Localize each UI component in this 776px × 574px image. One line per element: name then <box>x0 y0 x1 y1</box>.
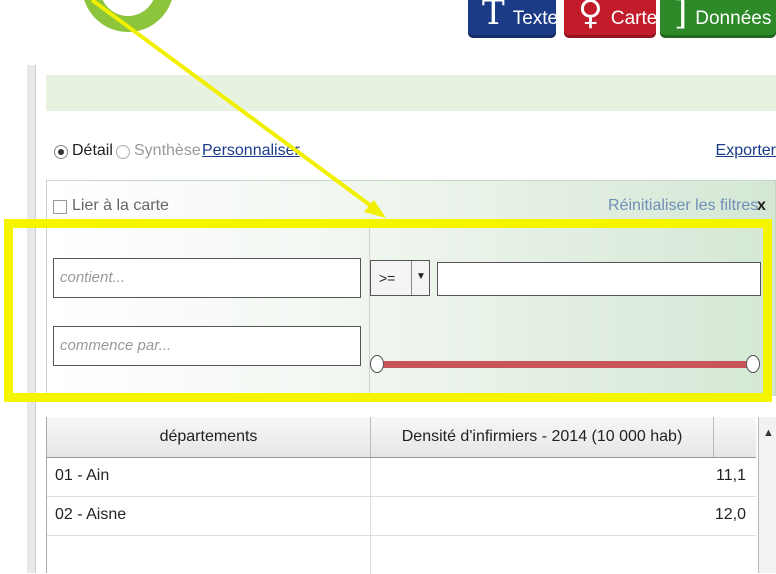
operator-value: >= <box>379 270 396 286</box>
scroll-up-icon[interactable]: ▲ <box>763 427 774 439</box>
range-slider-track[interactable] <box>378 361 754 368</box>
lier-label[interactable]: Lier à la carte <box>72 197 169 215</box>
cartes-label: Cartes <box>610 8 667 29</box>
header-departements[interactable]: départements <box>47 417 370 457</box>
range-slider-min-handle[interactable] <box>370 355 384 373</box>
reset-filters-link[interactable]: Réinitialiser les filtres <box>608 197 758 215</box>
table-scrollbar[interactable]: ▲ <box>758 417 776 573</box>
textes-label: Textes <box>512 8 568 29</box>
chevron-down-icon: ▼ <box>416 271 426 282</box>
value-filter-input[interactable] <box>437 262 761 296</box>
cartes-button[interactable]: ♀ Cartes <box>564 0 667 38</box>
cell-densite: 11,1 <box>716 467 746 484</box>
detail-radio[interactable] <box>54 145 68 159</box>
map-pin-icon: ♀ <box>578 0 603 33</box>
personnaliser-link[interactable]: Personnaliser <box>202 142 300 160</box>
detail-label[interactable]: Détail <box>72 142 113 160</box>
table-header: départements Densité d'infirmiers - 2014… <box>47 417 756 458</box>
text-icon: T <box>482 0 505 33</box>
header-densite[interactable]: Densité d'infirmiers - 2014 (10 000 hab) <box>371 417 713 457</box>
header-separator <box>713 417 714 457</box>
contains-filter-input[interactable]: contient... <box>53 258 361 298</box>
donnees-button[interactable]: [ ] Données <box>660 0 776 38</box>
row-divider <box>370 458 371 496</box>
select-separator <box>411 261 412 295</box>
operator-select[interactable]: >= ▼ <box>370 260 430 296</box>
table-row[interactable] <box>47 536 756 574</box>
textes-button[interactable]: T Textes <box>468 0 568 38</box>
synthese-radio[interactable] <box>116 145 130 159</box>
cell-densite: 12,0 <box>714 506 746 523</box>
view-options: Détail Synthèse Personnaliser Exporter <box>52 141 776 167</box>
row-divider <box>370 497 371 535</box>
starts-with-filter-input[interactable]: commence par... <box>53 326 361 366</box>
exporter-link[interactable]: Exporter <box>716 142 776 160</box>
table-row[interactable]: 01 - Ain 11,1 <box>47 458 756 497</box>
left-scrollbar[interactable] <box>27 65 36 573</box>
table-row[interactable]: 02 - Aisne 12,0 <box>47 497 756 536</box>
row-divider <box>370 536 371 574</box>
close-icon[interactable]: x <box>757 197 766 215</box>
header-band <box>46 75 776 111</box>
filter-column-divider <box>369 222 370 396</box>
donnees-label: Données <box>695 8 772 29</box>
cell-departement: 01 - Ain <box>55 467 110 484</box>
lier-checkbox[interactable] <box>53 200 67 214</box>
range-slider-max-handle[interactable] <box>746 355 760 373</box>
synthese-label[interactable]: Synthèse <box>134 142 201 160</box>
cell-departement: 02 - Aisne <box>55 506 127 523</box>
data-table: départements Densité d'infirmiers - 2014… <box>46 417 776 574</box>
data-icon: [ ] <box>674 0 688 33</box>
